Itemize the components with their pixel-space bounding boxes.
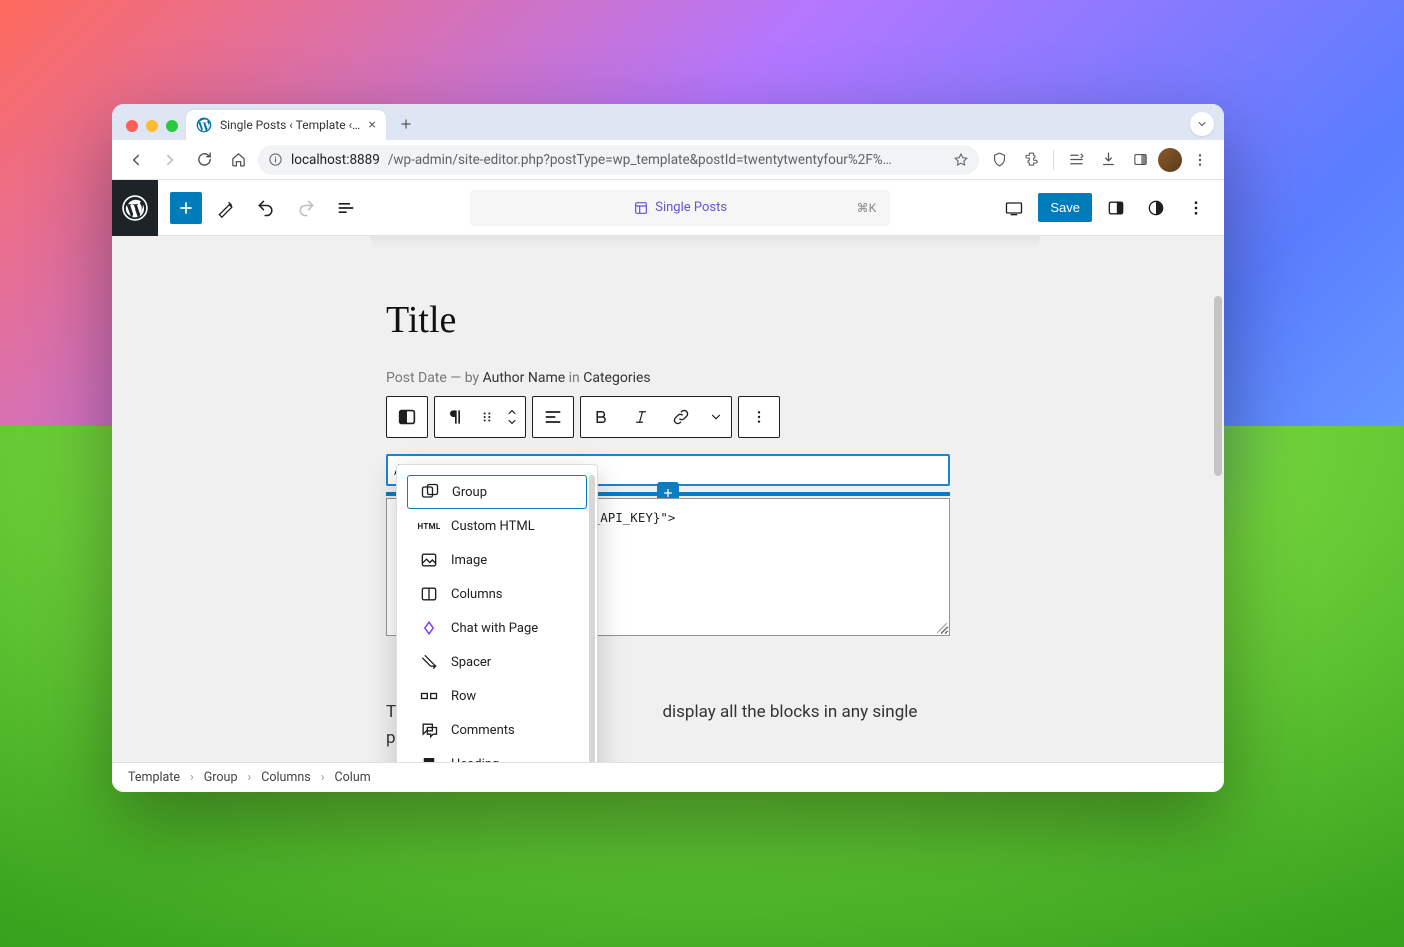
editor-header: Single Posts ⌘K Save: [112, 180, 1224, 236]
autocomplete-option-row[interactable]: Row: [407, 679, 587, 713]
autocomplete-option-group[interactable]: Group: [407, 475, 587, 509]
bold-button[interactable]: [581, 397, 621, 437]
document-title: Single Posts: [655, 200, 727, 215]
post-title[interactable]: Title: [386, 298, 950, 342]
autocomplete-option-chat[interactable]: Chat with Page: [407, 611, 587, 645]
site-info-icon[interactable]: [268, 152, 283, 167]
autocomplete-option-columns[interactable]: Columns: [407, 577, 587, 611]
close-tab-icon[interactable]: ×: [369, 117, 376, 133]
minimize-window-button[interactable]: [146, 120, 158, 132]
popover-scrollbar[interactable]: [589, 475, 595, 765]
tabs-overflow-button[interactable]: [1190, 112, 1214, 136]
block-options-button[interactable]: [739, 397, 779, 437]
breadcrumb-item[interactable]: Group: [204, 770, 238, 785]
align-button[interactable]: [533, 397, 573, 437]
reload-button[interactable]: [190, 146, 218, 174]
nav-forward-button[interactable]: [156, 146, 184, 174]
address-bar[interactable]: localhost:8889/wp-admin/site-editor.php?…: [258, 145, 979, 175]
columns-icon: [419, 584, 439, 604]
row-icon: [419, 686, 439, 706]
chevron-right-icon: ›: [247, 770, 251, 785]
options-button[interactable]: [1180, 192, 1212, 224]
browser-window: Single Posts ‹ Template ‹ Wo × localhost…: [112, 104, 1224, 792]
close-window-button[interactable]: [126, 120, 138, 132]
breadcrumb-item[interactable]: Template: [128, 770, 180, 785]
chevron-right-icon: ›: [190, 770, 194, 785]
autocomplete-option-spacer[interactable]: Spacer: [407, 645, 587, 679]
new-tab-button[interactable]: [392, 110, 420, 138]
profile-avatar[interactable]: [1158, 148, 1182, 172]
resize-handle-icon[interactable]: [937, 623, 947, 633]
nav-back-button[interactable]: [122, 146, 150, 174]
downloads-icon[interactable]: [1094, 146, 1122, 174]
zoom-window-button[interactable]: [166, 120, 178, 132]
tab-title: Single Posts ‹ Template ‹ Wo: [220, 118, 361, 132]
undo-button[interactable]: [250, 192, 282, 224]
shield-icon[interactable]: [985, 146, 1013, 174]
extensions-icon[interactable]: [1017, 146, 1045, 174]
chrome-toolbar: localhost:8889/wp-admin/site-editor.php?…: [112, 140, 1224, 180]
bookmark-icon[interactable]: [953, 152, 969, 168]
post-meta: Post Date — by Author Name in Categories: [386, 370, 950, 386]
more-richtext-button[interactable]: [701, 397, 731, 437]
document-switcher[interactable]: Single Posts ⌘K: [470, 190, 890, 226]
chevron-right-icon: ›: [321, 770, 325, 785]
autocomplete-option-comments[interactable]: Comments: [407, 713, 587, 747]
editor-canvas-area: Title Post Date — by Author Name in Cate…: [112, 236, 1224, 792]
chrome-tab-strip: Single Posts ‹ Template ‹ Wo ×: [112, 104, 1224, 140]
command-shortcut: ⌘K: [857, 201, 877, 215]
block-type-button[interactable]: [387, 397, 427, 437]
wordpress-logo[interactable]: [112, 180, 158, 236]
block-breadcrumb: Template › Group › Columns › Colum: [112, 762, 1224, 792]
comments-icon: [419, 720, 439, 740]
side-panel-icon[interactable]: [1126, 146, 1154, 174]
image-icon: [419, 550, 439, 570]
spacer-icon: [419, 652, 439, 672]
url-path: /wp-admin/site-editor.php?postType=wp_te…: [388, 152, 945, 168]
browser-tab[interactable]: Single Posts ‹ Template ‹ Wo ×: [186, 110, 386, 140]
html-icon: HTML: [419, 516, 439, 536]
block-autocomplete-popover: Group HTML Custom HTML Image Columns Cha…: [396, 464, 598, 786]
autocomplete-option-custom-html[interactable]: HTML Custom HTML: [407, 509, 587, 543]
save-button[interactable]: Save: [1038, 193, 1092, 222]
link-button[interactable]: [661, 397, 701, 437]
wordpress-icon: [196, 117, 212, 133]
paragraph-icon[interactable]: [435, 397, 475, 437]
window-traffic-lights: [122, 120, 186, 140]
view-button[interactable]: [998, 192, 1030, 224]
settings-panel-button[interactable]: [1100, 192, 1132, 224]
block-inserter-button[interactable]: [170, 192, 202, 224]
breadcrumb-item[interactable]: Columns: [261, 770, 311, 785]
italic-button[interactable]: [621, 397, 661, 437]
move-updown-button[interactable]: [499, 397, 525, 437]
chrome-menu-icon[interactable]: [1186, 146, 1214, 174]
breadcrumb-item[interactable]: Colum: [335, 770, 371, 785]
autocomplete-option-image[interactable]: Image: [407, 543, 587, 577]
reading-list-icon[interactable]: [1062, 146, 1090, 174]
list-view-button[interactable]: [330, 192, 362, 224]
block-toolbar: [386, 396, 950, 438]
redo-button[interactable]: [290, 192, 322, 224]
home-button[interactable]: [224, 146, 252, 174]
group-icon: [420, 482, 440, 502]
styles-button[interactable]: [1140, 192, 1172, 224]
tools-button[interactable]: [210, 192, 242, 224]
drag-handle-icon[interactable]: [475, 397, 499, 437]
template-icon: [633, 200, 649, 216]
chat-icon: [419, 618, 439, 638]
url-host: localhost:8889: [291, 152, 380, 168]
